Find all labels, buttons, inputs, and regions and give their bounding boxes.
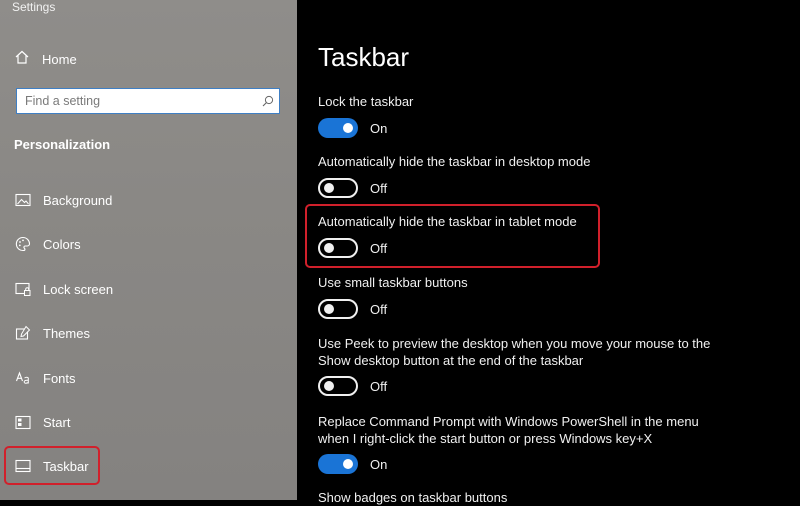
sidebar-item-label: Start xyxy=(43,414,71,430)
sidebar-item-lock-screen[interactable]: Lock screen xyxy=(14,277,113,301)
setting-label-hide-desktop: Automatically hide the taskbar in deskto… xyxy=(318,154,591,169)
setting-label-lock-taskbar: Lock the taskbar xyxy=(318,94,414,109)
sidebar: Settings Home Personalization Background… xyxy=(0,0,297,500)
peek-toggle[interactable]: Off xyxy=(318,376,387,396)
sidebar-item-label: Background xyxy=(43,192,113,208)
setting-label-powershell-line2: when I right-click the start button or p… xyxy=(318,431,653,446)
sidebar-item-label: Themes xyxy=(43,325,90,341)
section-title: Personalization xyxy=(14,137,111,152)
home-icon xyxy=(14,49,30,70)
toggle-state-label: Off xyxy=(370,180,388,196)
page-title: Taskbar xyxy=(318,42,410,72)
themes-icon xyxy=(14,325,32,341)
hide-desktop-toggle[interactable]: Off xyxy=(318,178,387,198)
palette-icon xyxy=(14,236,32,252)
toggle-state-label: Off xyxy=(370,301,388,317)
toggle-state-label: Off xyxy=(370,378,388,394)
sidebar-home-label: Home xyxy=(42,51,77,67)
toggle-switch[interactable] xyxy=(318,454,358,474)
search-box[interactable] xyxy=(16,88,280,114)
taskbar-highlight-box xyxy=(4,446,100,485)
toggle-switch[interactable] xyxy=(318,299,358,319)
lock-taskbar-toggle[interactable]: On xyxy=(318,118,387,138)
image-icon xyxy=(14,193,32,207)
toggle-switch[interactable] xyxy=(318,118,358,138)
sidebar-item-fonts[interactable]: Fonts xyxy=(14,366,76,390)
sidebar-item-label: Colors xyxy=(43,236,81,252)
sidebar-item-label: Lock screen xyxy=(43,281,114,297)
sidebar-item-themes[interactable]: Themes xyxy=(14,321,90,345)
tablet-mode-highlight-box xyxy=(305,204,600,268)
lock-screen-icon xyxy=(14,282,32,297)
sidebar-item-colors[interactable]: Colors xyxy=(14,232,81,256)
sidebar-item-home[interactable]: Home xyxy=(14,48,77,70)
setting-label-powershell-line1: Replace Command Prompt with Windows Powe… xyxy=(318,414,699,429)
sidebar-item-label: Fonts xyxy=(43,370,76,386)
setting-label-peek-line2: Show desktop button at the end of the ta… xyxy=(318,353,584,368)
toggle-switch[interactable] xyxy=(318,178,358,198)
search-icon[interactable] xyxy=(257,95,279,107)
sidebar-item-start[interactable]: Start xyxy=(14,410,70,434)
sidebar-item-background[interactable]: Background xyxy=(14,188,112,212)
window-title: Settings xyxy=(12,0,56,14)
main-panel: Taskbar Lock the taskbar On Automaticall… xyxy=(297,0,800,505)
fonts-icon xyxy=(14,370,32,386)
search-input[interactable] xyxy=(17,89,257,113)
start-icon xyxy=(14,415,32,430)
setting-label-show-badges: Show badges on taskbar buttons xyxy=(318,490,508,505)
toggle-state-label: On xyxy=(370,120,388,136)
setting-label-peek-line1: Use Peek to preview the desktop when you… xyxy=(318,336,711,351)
powershell-toggle[interactable]: On xyxy=(318,454,387,474)
toggle-state-label: On xyxy=(370,456,388,472)
small-buttons-toggle[interactable]: Off xyxy=(318,299,387,319)
setting-label-small-buttons: Use small taskbar buttons xyxy=(318,275,468,290)
toggle-switch[interactable] xyxy=(318,376,358,396)
